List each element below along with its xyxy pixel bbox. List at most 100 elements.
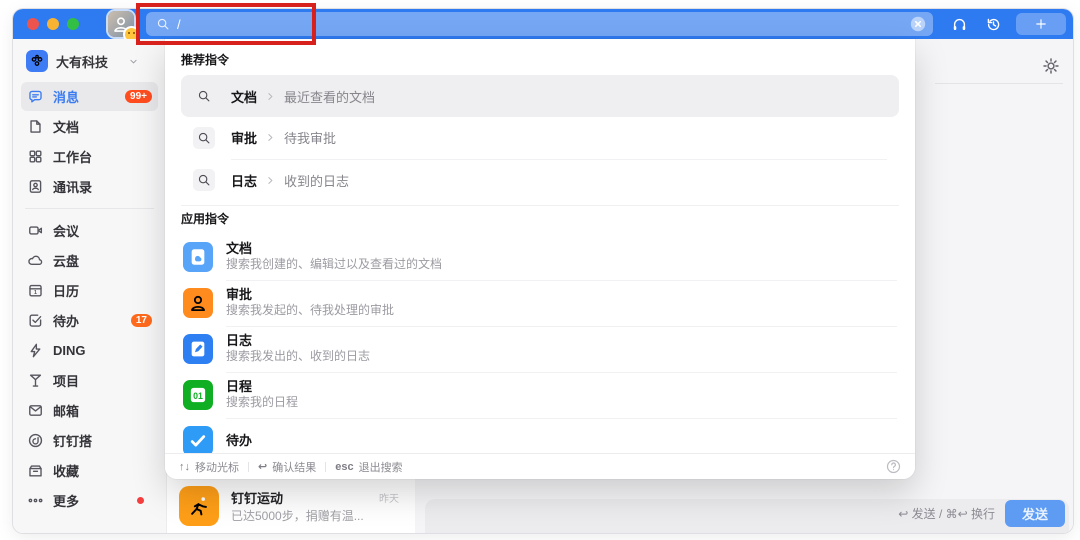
doc-icon (27, 118, 44, 135)
sidebar: 大有科技 消息 99+ 文档工作台通讯录会议云盘 1 日历待办 17 DING 项目 邮箱 钉钉搭… (13, 39, 167, 533)
chevron-right-icon (264, 174, 277, 187)
calendar-icon: 1 (27, 282, 44, 299)
org-team-icon (26, 50, 48, 72)
command-term: 文档 (231, 89, 258, 105)
unread-badge: 17 (130, 314, 152, 327)
sidebar-item-label: 消息 (53, 90, 80, 105)
app-command-text: 审批 搜索我发起的、待我处理的审批 (226, 280, 897, 327)
mail-icon (27, 402, 44, 419)
list-item-dingtalk-sport[interactable]: 钉钉运动 昨天 已达5000步，捐赠有温... (179, 486, 409, 530)
app-command-desc: 搜索我发出的、收到的日志 (226, 349, 371, 363)
search-icon (156, 17, 170, 31)
chevron-right-icon (264, 131, 277, 144)
hint-key: ↑↓ (179, 460, 190, 473)
hint-separator (248, 461, 249, 472)
recommended-commands-header: 推荐指令 (181, 53, 230, 67)
svg-text:01: 01 (193, 391, 203, 401)
sidebar-item-label: 云盘 (53, 254, 80, 269)
avatar[interactable] (108, 11, 138, 41)
history-icon[interactable] (985, 16, 1002, 33)
send-button[interactable]: 发送 (1005, 500, 1065, 527)
traffic-light-close[interactable] (27, 18, 39, 30)
traffic-lights (27, 18, 79, 30)
new-chat-button[interactable] (1016, 13, 1066, 35)
command-term: 审批 (231, 131, 258, 146)
recommended-command-text: 审批 待我审批 (231, 117, 887, 160)
hint-label: 移动光标 (195, 461, 239, 474)
app-todo-icon (183, 426, 213, 454)
app-command-text: 文档 搜索我创建的、编辑过以及查看过的文档 (226, 234, 897, 281)
app-command-list: 文档 搜索我创建的、编辑过以及查看过的文档 审批 搜索我发起的、待我处理的审批 日志 搜索… (181, 234, 899, 454)
traffic-light-zoom[interactable] (67, 18, 79, 30)
cloud-icon (27, 252, 44, 269)
chevron-right-icon (264, 90, 277, 103)
org-switcher[interactable]: 大有科技 (21, 47, 158, 75)
keyboard-hints: ↑↓ 移动光标 ↩ 确认结果 esc 退出搜索 (179, 459, 403, 475)
sidebar-item-label: 会议 (53, 224, 80, 239)
app-commands-header: 应用指令 (181, 212, 230, 226)
sidebar-item-label: 工作台 (53, 150, 93, 165)
app-command-title: 日程 (226, 379, 253, 394)
close-circle-icon[interactable] (910, 16, 926, 32)
search-value: / (177, 16, 181, 32)
sidebar-menu: 消息 99+ 文档工作台通讯录会议云盘 1 日历待办 17 DING 项目 邮箱 钉钉搭 收藏 更多 (21, 82, 158, 515)
recommended-command-1[interactable]: 审批 待我审批 (181, 117, 899, 160)
sidebar-item-workbench[interactable]: 工作台 (21, 142, 158, 171)
app-command-待办[interactable]: 待办 (181, 418, 899, 454)
sidebar-item-dingda[interactable]: 钉钉搭 (21, 426, 158, 455)
question-icon[interactable] (886, 459, 901, 474)
keyboard-hint-2: esc 退出搜索 (335, 459, 402, 475)
app-command-text: 日志 搜索我发出的、收到的日志 (226, 326, 897, 373)
keyboard-hint-0: ↑↓ 移动光标 (179, 459, 239, 475)
search-suggestion-panel: 推荐指令 文档 最近查看的文档 审批 待我审批日志 收到的日志 应用指令 文档 搜索我创建… (165, 39, 915, 479)
sidebar-item-favorites[interactable]: 收藏 (21, 456, 158, 485)
app-schedule-icon: 01 (183, 380, 213, 410)
app-command-文档[interactable]: 文档 搜索我创建的、编辑过以及查看过的文档 (181, 234, 899, 281)
search-suggestion-body: 推荐指令 文档 最近查看的文档 审批 待我审批日志 收到的日志 应用指令 文档 搜索我创建… (165, 39, 915, 454)
sidebar-item-label: 日历 (53, 284, 80, 299)
search-icon (193, 85, 215, 107)
traffic-light-minimize[interactable] (47, 18, 59, 30)
command-term: 日志 (231, 173, 258, 189)
search-panel-footer: ↑↓ 移动光标 ↩ 确认结果 esc 退出搜索 (165, 453, 915, 479)
dingda-icon (27, 432, 44, 449)
project-icon (27, 372, 44, 389)
app-doc-icon (183, 242, 213, 272)
more-dots-icon (27, 492, 44, 509)
sidebar-item-messages[interactable]: 消息 99+ (21, 82, 158, 111)
sidebar-item-more[interactable]: 更多 (21, 486, 158, 515)
command-subterm: 收到的日志 (284, 173, 350, 189)
app-window: / 大有科技 消息 99+ 文档 工作台 通讯录 会议 云盘 1 日历 待办 1… (13, 9, 1073, 533)
gear-icon[interactable] (1042, 57, 1060, 75)
section-divider (181, 205, 899, 206)
sidebar-item-docs[interactable]: 文档 (21, 112, 158, 141)
headset-icon[interactable] (951, 16, 968, 33)
global-search-input[interactable]: / (146, 12, 933, 36)
app-command-title: 审批 (226, 287, 253, 302)
sidebar-item-ding[interactable]: DING (21, 336, 158, 365)
sidebar-item-label: 文档 (53, 120, 80, 135)
sidebar-item-calendar[interactable]: 1 日历 (21, 276, 158, 305)
app-command-日程[interactable]: 01 日程 搜索我的日程 (181, 372, 899, 419)
app-command-日志[interactable]: 日志 搜索我发出的、收到的日志 (181, 326, 899, 373)
sidebar-item-drive[interactable]: 云盘 (21, 246, 158, 275)
app-command-title: 待办 (226, 432, 253, 448)
hint-label: 确认结果 (272, 461, 317, 474)
notification-dot (137, 497, 144, 504)
recommended-command-0[interactable]: 文档 最近查看的文档 (181, 75, 899, 117)
org-name: 大有科技 (56, 54, 109, 70)
svg-text:1: 1 (34, 290, 37, 296)
chat-preview: 已达5000步，捐赠有温... (231, 509, 364, 523)
sidebar-item-mail[interactable]: 邮箱 (21, 396, 158, 425)
sidebar-item-meeting[interactable]: 会议 (21, 216, 158, 245)
composer-shortcut-hint: ↩ 发送 / ⌘↩ 换行 (898, 507, 995, 521)
contacts-icon (27, 178, 44, 195)
app-command-desc: 搜索我发起的、待我处理的审批 (226, 303, 395, 317)
sidebar-item-contacts[interactable]: 通讯录 (21, 172, 158, 201)
sidebar-item-todo[interactable]: 待办 17 (21, 306, 158, 335)
plus-icon (1034, 17, 1048, 31)
app-command-审批[interactable]: 审批 搜索我发起的、待我处理的审批 (181, 280, 899, 327)
sidebar-item-project[interactable]: 项目 (21, 366, 158, 395)
recommended-command-2[interactable]: 日志 收到的日志 (181, 159, 899, 201)
app-approve-icon (183, 288, 213, 318)
